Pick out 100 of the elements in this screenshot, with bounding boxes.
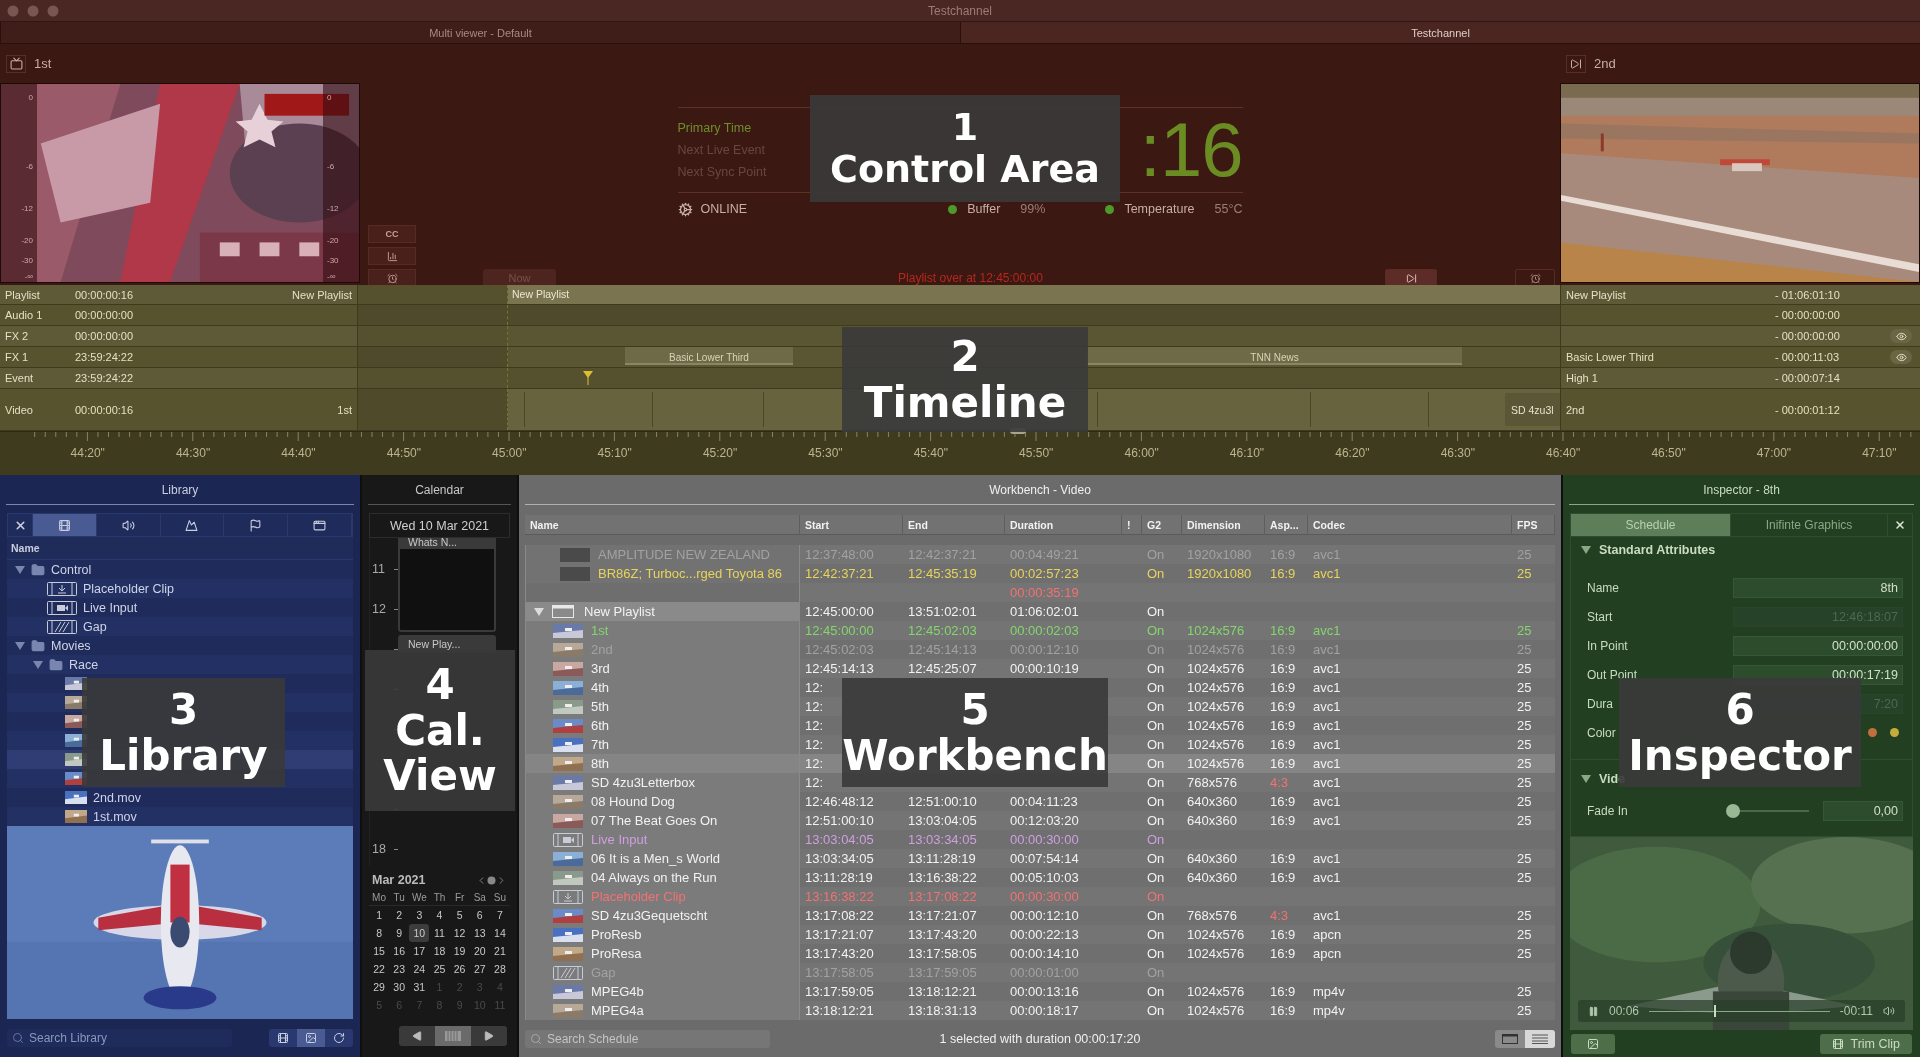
- disclosure-triangle-icon[interactable]: [15, 565, 25, 574]
- slider-thumb[interactable]: [1726, 804, 1740, 818]
- name-cell[interactable]: SD 4zu3Letterbox: [525, 773, 800, 792]
- color-swatch[interactable]: [1868, 728, 1877, 737]
- calendar-day[interactable]: 8: [369, 924, 390, 942]
- input-field[interactable]: 00:00:00:00: [1733, 635, 1903, 656]
- viewer-toggle[interactable]: [6, 54, 26, 73]
- table-row[interactable]: 3rd 12:45:14:13 12:45:25:07 00:00:10:19 On 1024x576 16:9 avc1 25: [525, 659, 1555, 678]
- calendar-day[interactable]: 18: [429, 942, 450, 960]
- inspector-tab[interactable]: Schedule: [1571, 514, 1731, 536]
- column-header[interactable]: Name: [525, 515, 800, 535]
- calendar-day[interactable]: 28: [489, 960, 510, 978]
- library-item[interactable]: Gap: [7, 617, 353, 636]
- table-row[interactable]: ProResa 13:17:43:20 13:17:58:05 00:00:14:10 On 1024x576 16:9 apcn 25: [525, 944, 1555, 963]
- name-cell[interactable]: 7th: [525, 735, 800, 754]
- library-item[interactable]: Race: [7, 655, 353, 674]
- table-row[interactable]: 07 The Beat Goes On 12:51:00:10 13:03:04:05 00:12:03:20 On 640x360 16:9 avc1 25: [525, 811, 1555, 830]
- trim-clip-button[interactable]: Trim Clip: [1820, 1033, 1912, 1054]
- calendar-day[interactable]: 26: [449, 960, 470, 978]
- library-tab[interactable]: [33, 514, 97, 536]
- column-header[interactable]: Start: [800, 515, 903, 535]
- calendar-day[interactable]: 21: [489, 942, 510, 960]
- table-row[interactable]: ProResb 13:17:21:07 13:17:43:20 00:00:22:13 On 1024x576 16:9 apcn 25: [525, 925, 1555, 944]
- calendar-day[interactable]: 20: [469, 942, 490, 960]
- column-header[interactable]: Asp...: [1265, 515, 1308, 535]
- calendar-day[interactable]: 9: [389, 924, 410, 942]
- single-view-button[interactable]: [1495, 1029, 1525, 1048]
- table-row[interactable]: 06 It is a Men_s World 13:03:34:05 13:11:28:19 00:07:54:14 On 640x360 16:9 avc1 25: [525, 849, 1555, 868]
- table-row[interactable]: 04 Always on the Run 13:11:28:19 13:16:38:22 00:05:10:03 On 640x360 16:9 avc1 25: [525, 868, 1555, 887]
- picture-button[interactable]: [1571, 1033, 1615, 1054]
- table-row[interactable]: 08 Hound Dog 12:46:48:12 12:51:00:10 00:04:11:23 On 640x360 16:9 avc1 25: [525, 792, 1555, 811]
- video-clip[interactable]: SD 4zu3l: [1505, 393, 1560, 426]
- column-header[interactable]: Codec: [1308, 515, 1512, 535]
- calendar-day[interactable]: 24: [409, 960, 430, 978]
- calendar-day[interactable]: 12: [449, 924, 470, 942]
- column-header[interactable]: G2: [1142, 515, 1182, 535]
- color-swatch[interactable]: [1890, 728, 1899, 737]
- calendar-day[interactable]: 15: [369, 942, 390, 960]
- disclosure-triangle-icon[interactable]: [534, 607, 544, 616]
- visibility-toggle[interactable]: [1890, 329, 1912, 343]
- calendar-event[interactable]: Whats N...: [398, 538, 496, 632]
- table-row[interactable]: New Playlist 12:45:00:00 13:51:02:01 01:06:02:01 On: [525, 602, 1555, 621]
- search-field[interactable]: Search Library: [7, 1029, 232, 1047]
- calendar-day[interactable]: 6: [469, 906, 490, 924]
- table-row[interactable]: MPEG4a 13:18:12:21 13:18:31:13 00:00:18:17 On 1024x576 16:9 mp4v 25: [525, 1001, 1555, 1020]
- today-dot-icon[interactable]: [487, 875, 496, 885]
- input-field[interactable]: 8th: [1733, 577, 1903, 598]
- calendar-day[interactable]: 1: [369, 906, 390, 924]
- column-header[interactable]: FPS: [1512, 515, 1555, 535]
- calendar-day[interactable]: 13: [469, 924, 490, 942]
- table-row[interactable]: SD 4zu3Gequetscht 13:17:08:22 13:17:21:07 00:00:12:10 On 768x576 4:3 avc1 25: [525, 906, 1555, 925]
- disclosure-triangle-icon[interactable]: [15, 641, 25, 650]
- event-marker-icon[interactable]: [583, 371, 593, 385]
- calendar-day[interactable]: 3: [409, 906, 430, 924]
- picture-view-button[interactable]: [297, 1029, 325, 1047]
- graphics-clip[interactable]: Basic Lower Third: [625, 347, 793, 365]
- table-row[interactable]: Live Input 13:03:04:05 13:03:34:05 00:00:30:00 On: [525, 830, 1555, 849]
- library-item[interactable]: Live Input: [7, 598, 353, 617]
- inspector-tab[interactable]: Inifinte Graphics: [1731, 514, 1888, 536]
- window-tab[interactable]: Testchannel: [960, 22, 1920, 43]
- calendar-day[interactable]: 17: [409, 942, 430, 960]
- calendar-day[interactable]: 4: [429, 906, 450, 924]
- calendar-day[interactable]: 2: [389, 906, 410, 924]
- calendar-day[interactable]: 22: [369, 960, 390, 978]
- meter-button[interactable]: [368, 247, 416, 265]
- viewer-toggle[interactable]: [1566, 54, 1586, 73]
- calendar-day[interactable]: 7: [489, 906, 510, 924]
- pause-icon[interactable]: [1588, 1005, 1599, 1017]
- calendar-day[interactable]: 31: [409, 978, 430, 996]
- visibility-toggle[interactable]: [1890, 350, 1912, 364]
- calendar-day[interactable]: 29: [369, 978, 390, 996]
- library-item[interactable]: 2nd.mov: [7, 788, 353, 807]
- caption-button[interactable]: CC: [368, 225, 416, 243]
- graphics-clip[interactable]: TNN News: [1087, 347, 1462, 365]
- calendar-day[interactable]: 25: [429, 960, 450, 978]
- name-cell[interactable]: 8th: [525, 754, 800, 773]
- library-item[interactable]: Control: [7, 560, 353, 579]
- column-header[interactable]: End: [903, 515, 1005, 535]
- disclosure-triangle-icon[interactable]: [1581, 546, 1591, 554]
- film-view-button[interactable]: [269, 1029, 297, 1047]
- calendar-day[interactable]: 11: [429, 924, 450, 942]
- disclosure-triangle-icon[interactable]: [1581, 775, 1591, 783]
- calendar-day[interactable]: 27: [469, 960, 490, 978]
- calendar-day[interactable]: 23: [389, 960, 410, 978]
- name-cell[interactable]: 5th: [525, 697, 800, 716]
- library-item[interactable]: Movies: [7, 636, 353, 655]
- library-item[interactable]: Placeholder Clip: [7, 579, 353, 598]
- search-field[interactable]: Search Schedule: [525, 1029, 770, 1048]
- table-row[interactable]: MPEG4b 13:17:59:05 13:18:12:21 00:00:13:16 On 1024x576 16:9 mp4v 25: [525, 982, 1555, 1001]
- name-cell[interactable]: 6th: [525, 716, 800, 735]
- calendar-day[interactable]: 5: [449, 906, 470, 924]
- list-view-button[interactable]: [1525, 1029, 1555, 1048]
- column-header[interactable]: Dimension: [1182, 515, 1265, 535]
- calendar-day[interactable]: 16: [389, 942, 410, 960]
- refresh-view-button[interactable]: [325, 1029, 353, 1047]
- calendar-day[interactable]: 14: [489, 924, 510, 942]
- input-field[interactable]: 0,00: [1823, 801, 1903, 821]
- table-row[interactable]: BR86Z; Turboc...rged Toyota 86 12:42:37:21 12:45:35:19 00:02:57:23 On 1920x1080 16:9 avc1 25: [525, 564, 1555, 583]
- disclosure-triangle-icon[interactable]: [33, 660, 43, 669]
- name-cell[interactable]: 4th: [525, 678, 800, 697]
